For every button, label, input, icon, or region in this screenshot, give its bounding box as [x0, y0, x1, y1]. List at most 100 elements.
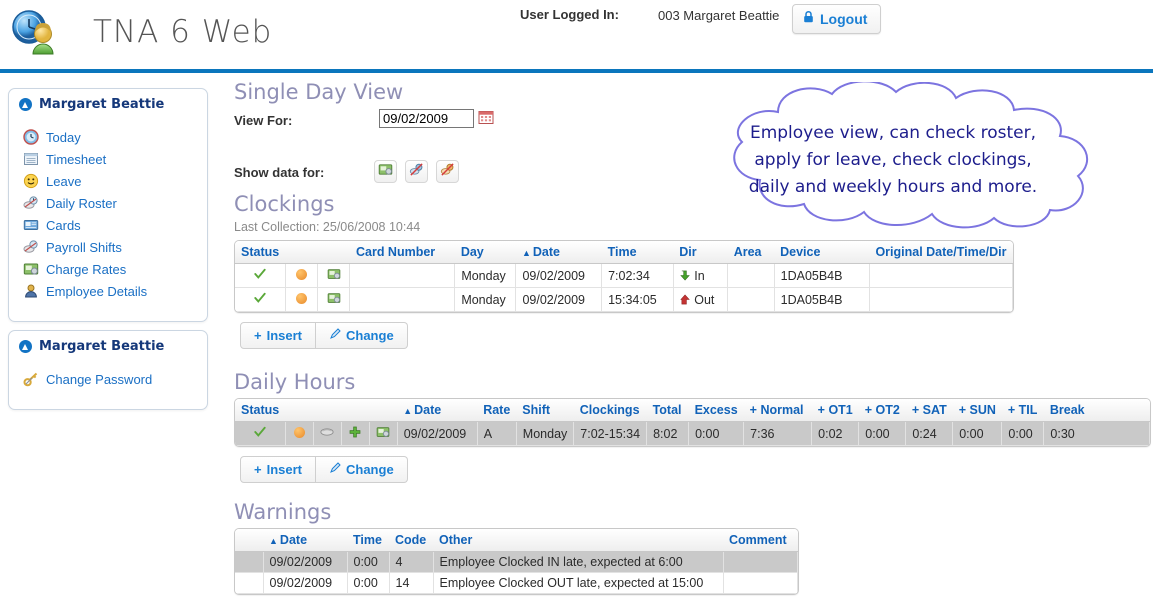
sidebar-item-employee-details[interactable]: Employee Details: [23, 280, 207, 302]
cell-device: 1DA05B4B: [774, 263, 870, 288]
table-row[interactable]: Monday 09/02/2009 15:34:05 Out 1DA05B4B: [235, 287, 1013, 312]
cell-day: Monday: [454, 287, 517, 312]
table-row[interactable]: 09/02/2009 A Monday 7:02-15:34 8:02 0:00…: [235, 421, 1150, 446]
view-for-date-input[interactable]: [379, 109, 474, 128]
table-row[interactable]: 09/02/2009 0:00 4 Employee Clocked IN la…: [235, 551, 798, 573]
th-sat[interactable]: + SAT: [905, 399, 953, 422]
sidebar-item-cards[interactable]: Cards: [23, 214, 207, 236]
user-logged-in-label: User Logged In:: [520, 7, 619, 22]
table-row[interactable]: 09/02/2009 0:00 14 Employee Clocked OUT …: [235, 572, 798, 594]
sidebar-item-charge-rates[interactable]: Charge Rates: [23, 258, 207, 280]
warnings-title: Warnings: [234, 500, 332, 524]
th-dir[interactable]: Dir: [673, 241, 728, 264]
charge-rates-icon: [23, 261, 39, 277]
callout-line-3: daily and weekly hours and more.: [748, 177, 1038, 197]
app-title: TNA 6 Web: [93, 14, 273, 50]
th-total[interactable]: Total: [646, 399, 689, 422]
th-excess[interactable]: Excess: [688, 399, 744, 422]
table-header-row: Status ▲ Date Rate Shift Clockings Total …: [235, 399, 1150, 422]
sidebar-item-leave[interactable]: Leave: [23, 170, 207, 192]
sidebar-panel-employee: Margaret Beattie Today Timesheet Leave D…: [8, 88, 208, 322]
th-date[interactable]: ▲ Date: [263, 529, 347, 552]
sidebar-panel1-header: Margaret Beattie: [9, 89, 207, 116]
sidebar-item-change-password[interactable]: Change Password: [23, 368, 207, 390]
th-ot2[interactable]: + OT2: [858, 399, 906, 422]
th-normal[interactable]: + Normal: [743, 399, 812, 422]
daily-hours-change-button[interactable]: Change: [316, 456, 408, 483]
cell-clockings: 7:02-15:34: [573, 421, 648, 446]
calendar-icon[interactable]: [478, 109, 494, 125]
cell-flag: [285, 421, 314, 446]
th-original[interactable]: Original Date/Time/Dir: [869, 241, 1013, 264]
th-time[interactable]: Time: [347, 529, 389, 552]
cell-time: 0:00: [347, 551, 390, 573]
cell-card-number: [349, 287, 456, 312]
plus-icon: +: [254, 328, 262, 343]
cell-date: 09/02/2009: [263, 551, 348, 573]
th-card-number[interactable]: Card Number: [349, 241, 455, 264]
logout-button[interactable]: Logout: [792, 4, 882, 34]
clockings-table: Status Card Number Day ▲ Date Time Dir Ar…: [235, 241, 1013, 312]
cell-area: [727, 263, 775, 288]
collapse-up-icon[interactable]: [19, 340, 32, 353]
cell-sat: 0:24: [905, 421, 954, 446]
sidebar-item-today[interactable]: Today: [23, 126, 207, 148]
table-row[interactable]: Monday 09/02/2009 7:02:34 In 1DA05B4B: [235, 263, 1013, 288]
th-status[interactable]: Status: [235, 399, 286, 422]
app-logo: [10, 8, 62, 58]
sidebar-item-payroll-shifts[interactable]: Payroll Shifts: [23, 236, 207, 258]
th-time[interactable]: Time: [601, 241, 674, 264]
th-rate[interactable]: Rate: [477, 399, 517, 422]
disabled-blue-icon: [409, 162, 424, 182]
department-icon-button[interactable]: [374, 160, 397, 183]
arrow-in-icon: [680, 269, 694, 283]
cell-date: 09/02/2009: [515, 263, 603, 288]
payroll-shifts-icon: [23, 239, 39, 255]
daily-hours-insert-label: Insert: [266, 462, 302, 477]
collapse-up-icon[interactable]: [19, 98, 32, 111]
th-date[interactable]: ▲ Date: [397, 399, 478, 422]
th-sun[interactable]: + SUN: [952, 399, 1002, 422]
th-ot1[interactable]: + OT1: [811, 399, 859, 422]
disabled-red-icon-button[interactable]: [436, 160, 459, 183]
th-device[interactable]: Device: [774, 241, 870, 264]
th-blank-2: [317, 241, 350, 264]
th-blank-1: [285, 399, 314, 422]
th-blank-3: [341, 399, 370, 422]
sidebar-item-timesheet[interactable]: Timesheet: [23, 148, 207, 170]
warnings-table: ▲ Date Time Code Other Comment 09/02/2009…: [235, 529, 798, 594]
th-til[interactable]: + TIL: [1001, 399, 1044, 422]
th-code[interactable]: Code: [389, 529, 433, 552]
cell-time: 0:00: [347, 572, 390, 594]
table-header-row: ▲ Date Time Code Other Comment: [235, 529, 798, 552]
daily-hours-insert-button[interactable]: + Insert: [240, 456, 316, 483]
th-status[interactable]: Status: [235, 241, 286, 264]
daily-hours-button-bar: + Insert Change: [240, 456, 1151, 483]
cell-date: 09/02/2009: [263, 572, 348, 594]
daily-hours-change-label: Change: [346, 462, 394, 477]
sidebar-account-list: Change Password: [9, 358, 207, 390]
th-date[interactable]: ▲ Date: [515, 241, 602, 264]
th-comment[interactable]: Comment: [723, 529, 798, 552]
disabled-blue-icon-button[interactable]: [405, 160, 428, 183]
cell-comment: [723, 572, 798, 594]
th-break[interactable]: Break: [1043, 399, 1150, 422]
clockings-insert-button[interactable]: + Insert: [240, 322, 316, 349]
th-clockings[interactable]: Clockings: [573, 399, 647, 422]
orange-dot-icon: [295, 268, 307, 280]
callout-text: Employee view, can check roster, apply f…: [703, 120, 1083, 201]
th-area[interactable]: Area: [727, 241, 775, 264]
cell-excess: 0:00: [688, 421, 745, 446]
sidebar-item-label: Change Password: [46, 371, 153, 387]
sidebar-item-daily-roster[interactable]: Daily Roster: [23, 192, 207, 214]
sidebar-item-label: Today: [46, 129, 81, 145]
cell-dir-label: Out: [694, 292, 715, 307]
th-day[interactable]: Day: [454, 241, 516, 264]
th-other[interactable]: Other: [433, 529, 723, 552]
cell-area: [727, 287, 775, 312]
th-shift[interactable]: Shift: [516, 399, 574, 422]
pencil-icon: [329, 462, 341, 477]
sidebar-item-label: Charge Rates: [46, 261, 127, 277]
clockings-change-button[interactable]: Change: [316, 322, 408, 349]
cell-dir: In: [673, 263, 729, 288]
